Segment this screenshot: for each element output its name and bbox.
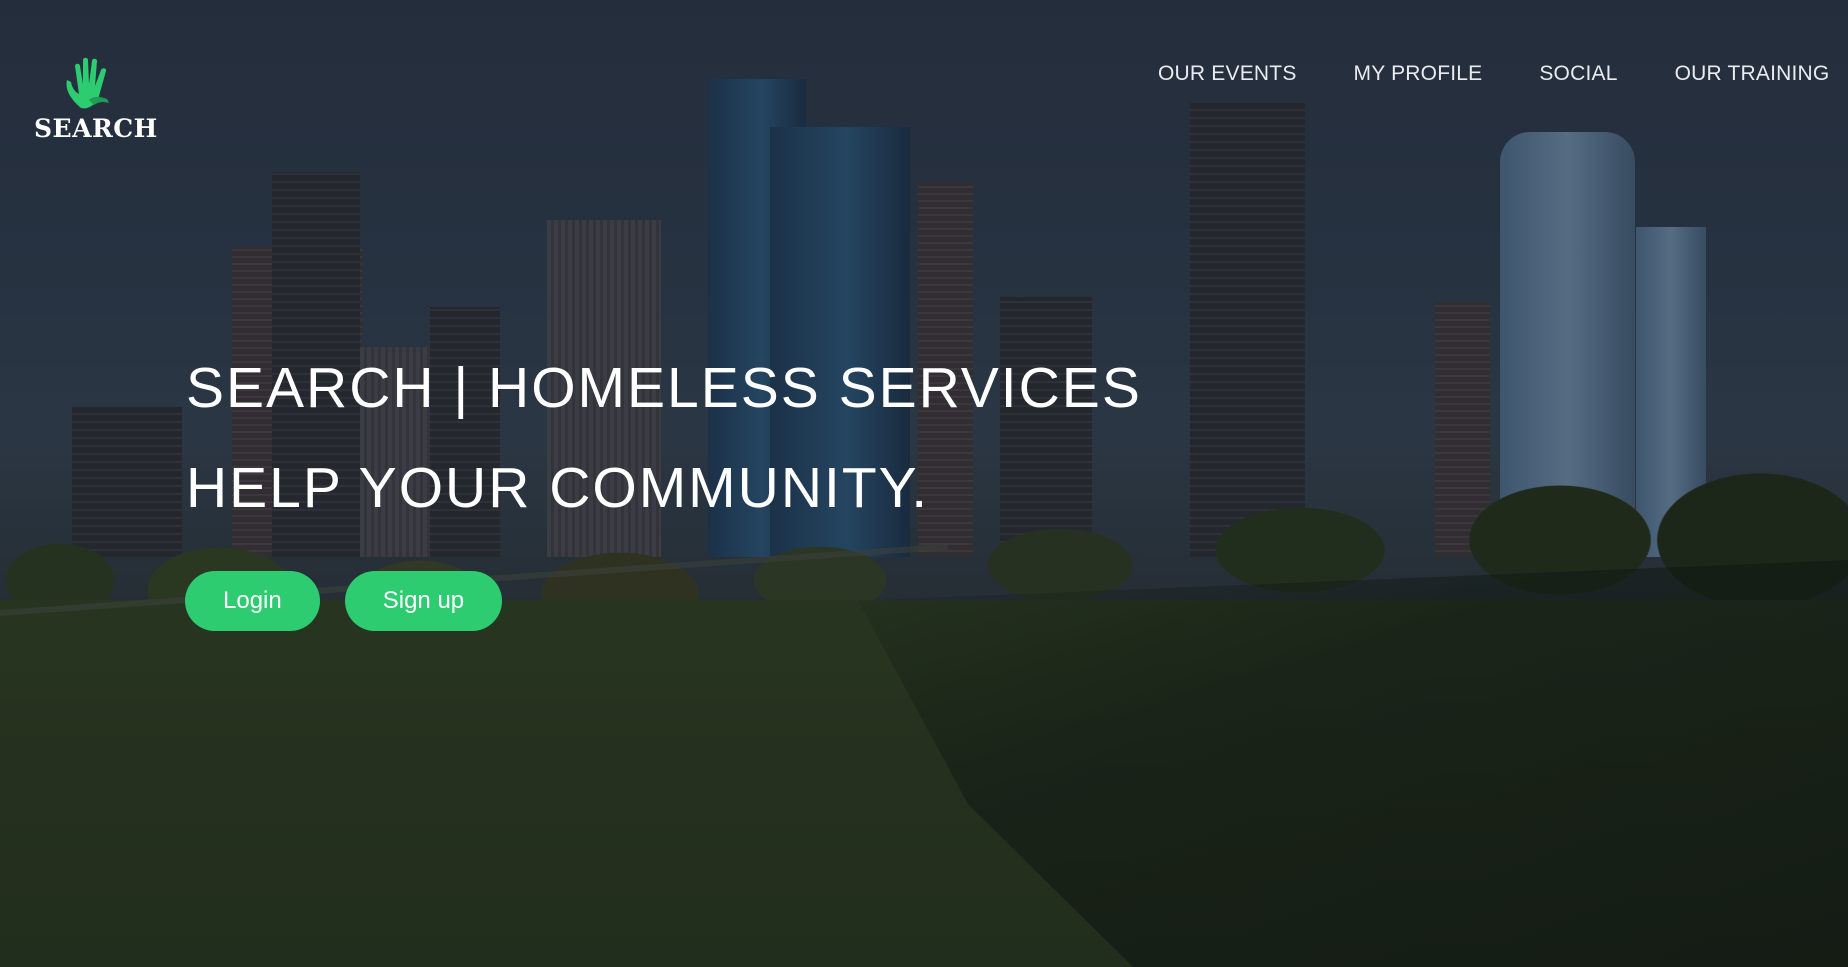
hero-headline-line1: SEARCH | HOMELESS SERVICES (186, 356, 1142, 420)
nav-item-my-profile[interactable]: MY PROFILE (1354, 62, 1483, 86)
brand-logo[interactable]: SEARCH (34, 52, 158, 143)
nav-item-our-events[interactable]: OUR EVENTS (1158, 62, 1297, 86)
signup-button[interactable]: Sign up (344, 571, 503, 631)
main-nav: OUR EVENTS MY PROFILE SOCIAL OUR TRAININ… (1158, 62, 1848, 86)
nav-item-social[interactable]: SOCIAL (1539, 62, 1617, 86)
brand-name: SEARCH (34, 114, 158, 143)
login-button[interactable]: Login (185, 571, 320, 631)
hands-icon (66, 57, 109, 109)
nav-item-our-training[interactable]: OUR TRAINING (1675, 62, 1830, 86)
hero-actions: Login Sign up (185, 571, 503, 631)
hero-headline-line2: HELP YOUR COMMUNITY. (186, 456, 930, 520)
hero-headline: SEARCH | HOMELESS SERVICES HELP YOUR COM… (186, 338, 1142, 538)
